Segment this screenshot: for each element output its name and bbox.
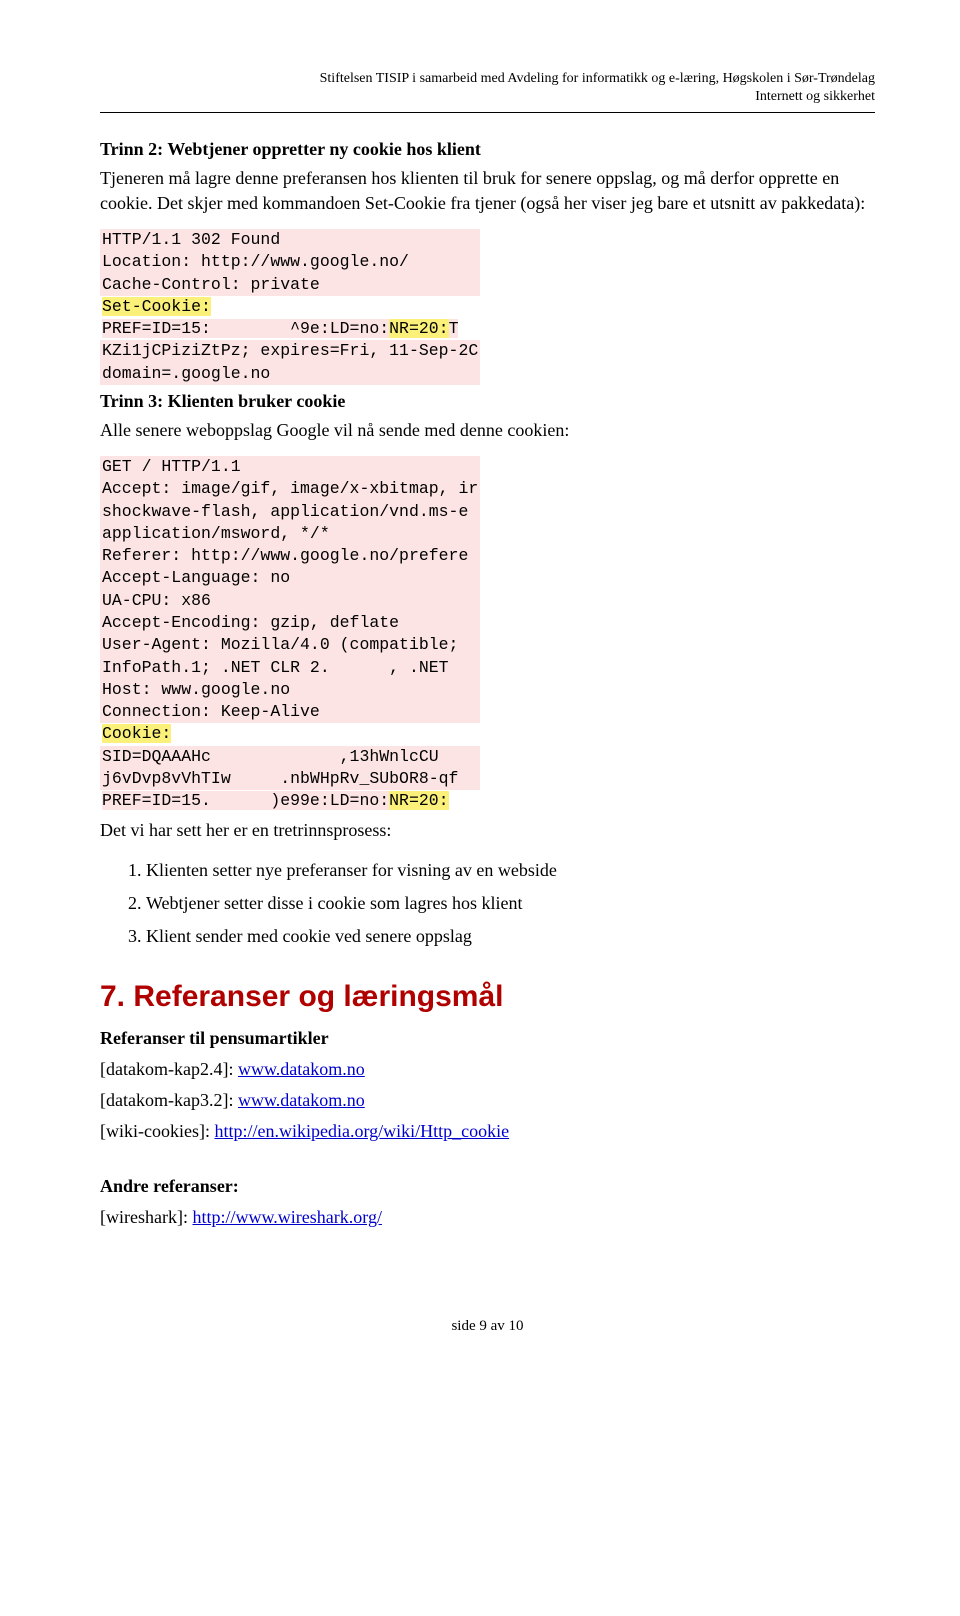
code-line: Location: http://www.google.no/: [100, 251, 480, 273]
summary-intro: Det vi har sett her er en tretrinnsprose…: [100, 818, 875, 842]
other-refs-heading: Andre referanser:: [100, 1176, 875, 1197]
code-line: Referer: http://www.google.no/prefere: [100, 545, 480, 567]
ref-line-3: [wiki-cookies]: http://en.wikipedia.org/…: [100, 1121, 875, 1142]
header-topic: Internett og sikkerhet: [100, 88, 875, 106]
code-line: Host: www.google.no: [100, 679, 480, 701]
http-request-snippet: GET / HTTP/1.1Accept: image/gif, image/x…: [100, 456, 875, 812]
step2-paragraph: Tjeneren må lagre denne preferansen hos …: [100, 166, 875, 215]
page-header: Stiftelsen TISIP i samarbeid med Avdelin…: [100, 70, 875, 106]
code-line: SID=DQAAAHc ,13hWnlcCU: [100, 746, 480, 768]
ref-label: [wiki-cookies]:: [100, 1121, 214, 1141]
step3-paragraph: Alle senere weboppslag Google vil nå sen…: [100, 418, 875, 442]
http-response-snippet: HTTP/1.1 302 FoundLocation: http://www.g…: [100, 229, 875, 385]
code-line: shockwave-flash, application/vnd.ms-e: [100, 501, 480, 523]
ref-link-wiki-cookies[interactable]: http://en.wikipedia.org/wiki/Http_cookie: [214, 1121, 509, 1141]
list-item: Klient sender med cookie ved senere opps…: [146, 923, 875, 950]
code-line: j6vDvp8vVhTIw .nbWHpRv_SUbOR8-qf: [100, 768, 480, 790]
ref-link-datakom-2[interactable]: www.datakom.no: [238, 1090, 365, 1110]
code-line: Accept-Language: no: [100, 567, 480, 589]
summary-list: Klienten setter nye preferanser for visn…: [100, 857, 875, 950]
code-line: User-Agent: Mozilla/4.0 (compatible;: [100, 634, 480, 656]
list-item: Webtjener setter disse i cookie som lagr…: [146, 890, 875, 917]
list-item: Klienten setter nye preferanser for visn…: [146, 857, 875, 884]
ref-line-4: [wireshark]: http://www.wireshark.org/: [100, 1207, 875, 1228]
code-line: Cache-Control: private: [100, 274, 480, 296]
code-line: Connection: Keep-Alive: [100, 701, 480, 723]
code-line: PREF=ID=15: ^9e:LD=no:NR=20:T: [100, 318, 480, 340]
code-line: Set-Cookie:: [100, 296, 480, 318]
ref-label: [wireshark]:: [100, 1207, 192, 1227]
code-line: Cookie:: [100, 723, 480, 745]
section-7-title: 7. Referanser og læringsmål: [100, 980, 875, 1014]
code-line: InfoPath.1; .NET CLR 2. , .NET: [100, 657, 480, 679]
ref-link-datakom-1[interactable]: www.datakom.no: [238, 1059, 365, 1079]
refs-heading: Referanser til pensumartikler: [100, 1028, 875, 1049]
code-line: PREF=ID=15. )e99e:LD=no:NR=20:: [100, 790, 480, 812]
code-line: Accept-Encoding: gzip, deflate: [100, 612, 480, 634]
code-line: KZi1jCPiziZtPz; expires=Fri, 11-Sep-2C: [100, 340, 480, 362]
header-divider: [100, 112, 875, 113]
ref-line-1: [datakom-kap2.4]: www.datakom.no: [100, 1059, 875, 1080]
code-line: Accept: image/gif, image/x-xbitmap, ir: [100, 478, 480, 500]
ref-label: [datakom-kap3.2]:: [100, 1090, 238, 1110]
code-line: application/msword, */*: [100, 523, 480, 545]
ref-link-wireshark[interactable]: http://www.wireshark.org/: [192, 1207, 381, 1227]
code-line: GET / HTTP/1.1: [100, 456, 480, 478]
step2-title: Trinn 2: Webtjener oppretter ny cookie h…: [100, 139, 875, 160]
page-footer: side 9 av 10: [100, 1318, 875, 1335]
header-org: Stiftelsen TISIP i samarbeid med Avdelin…: [100, 70, 875, 88]
code-line: HTTP/1.1 302 Found: [100, 229, 480, 251]
ref-line-2: [datakom-kap3.2]: www.datakom.no: [100, 1090, 875, 1111]
ref-label: [datakom-kap2.4]:: [100, 1059, 238, 1079]
code-line: domain=.google.no: [100, 363, 480, 385]
step3-title: Trinn 3: Klienten bruker cookie: [100, 391, 875, 412]
code-line: UA-CPU: x86: [100, 590, 480, 612]
